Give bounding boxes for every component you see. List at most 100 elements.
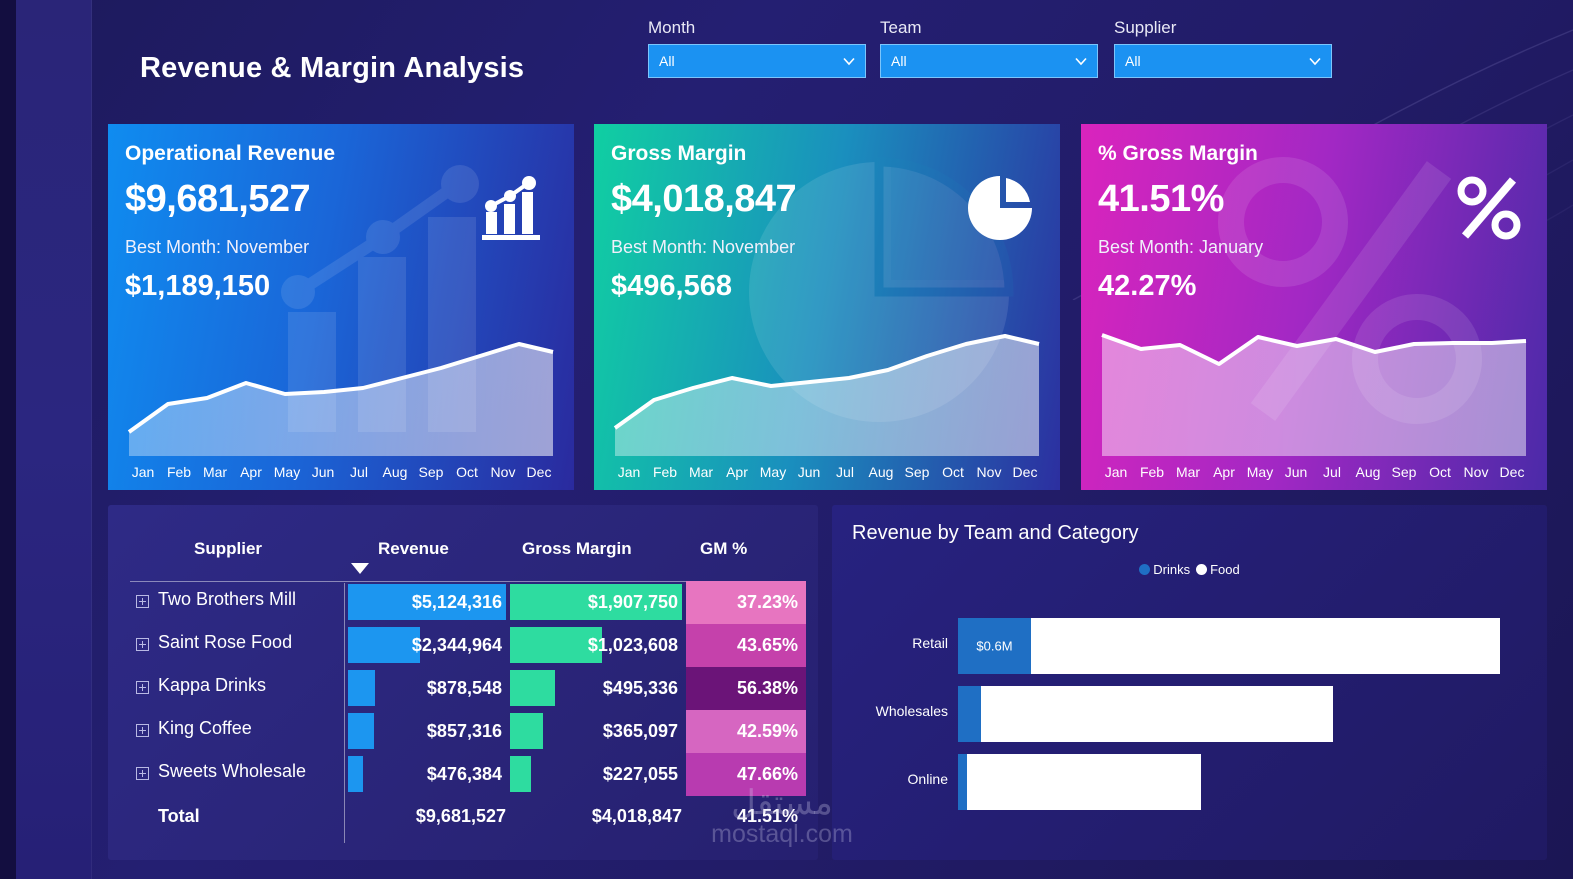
dashboard-root: $ $ Revenue & Margin Analysis Month All: [0, 0, 1573, 879]
sidebar-accent-strip: [0, 0, 16, 879]
cell-gm-percent-value: 43.65%: [736, 635, 798, 655]
revenue-data-bar: [348, 713, 374, 749]
cell-revenue-value: $5,124,316: [411, 592, 502, 612]
month-label: Jun: [1284, 464, 1308, 480]
table-header-row: Supplier Revenue Gross Margin GM %: [122, 519, 806, 581]
chart-plot-area: Retail $0.6M Wholesales Online: [852, 610, 1527, 840]
bar-group-retail[interactable]: Retail $0.6M: [852, 618, 1527, 674]
month-label: Aug: [868, 464, 894, 480]
filter-team: Team All: [880, 18, 1098, 78]
bar-group-online[interactable]: Online: [852, 754, 1527, 810]
month-label: Nov: [976, 464, 1002, 480]
sparkline-month-axis: Jan Feb Mar Apr May Jun Jul Aug Sep Oct …: [611, 460, 1043, 484]
kpi-card-gross-margin[interactable]: Gross Margin $4,018,847 Best Month: Nove…: [594, 124, 1060, 490]
sort-descending-icon[interactable]: [351, 563, 369, 574]
month-label: Oct: [1429, 464, 1451, 480]
month-label: Jan: [617, 464, 641, 480]
filter-supplier-value: All: [1125, 53, 1141, 69]
bar-segment-drinks[interactable]: [958, 754, 967, 810]
filter-team-dropdown[interactable]: All: [880, 44, 1098, 78]
table-row[interactable]: Sweets Wholesale $476,384 $227,055 47.66…: [122, 753, 806, 796]
cell-revenue: $2,344,964: [348, 627, 506, 663]
cell-revenue: $878,548: [348, 670, 506, 706]
column-header-revenue[interactable]: Revenue: [378, 539, 449, 559]
supplier-matrix-panel: Supplier Revenue Gross Margin GM % Two B…: [108, 505, 818, 860]
sparkline-month-axis: Jan Feb Mar Apr May Jun Jul Aug Sep Oct …: [1098, 460, 1530, 484]
month-label: May: [759, 464, 787, 480]
month-label: Nov: [490, 464, 516, 480]
expand-icon[interactable]: [136, 724, 149, 737]
table-row[interactable]: Kappa Drinks $878,548 $495,336 56.38%: [122, 667, 806, 710]
month-label: Dec: [1012, 464, 1038, 480]
bar-segment-drinks[interactable]: $0.6M: [958, 618, 1031, 674]
table-row[interactable]: Saint Rose Food $2,344,964 $1,023,608 43…: [122, 624, 806, 667]
filter-month-dropdown[interactable]: All: [648, 44, 866, 78]
legend-swatch-drinks: [1139, 564, 1151, 575]
bar-segment-drinks[interactable]: [958, 686, 981, 742]
cell-gross-margin-value: $227,055: [602, 764, 678, 784]
month-label: Jul: [350, 464, 368, 480]
column-header-supplier[interactable]: Supplier: [194, 539, 262, 559]
supplier-table: Supplier Revenue Gross Margin GM % Two B…: [122, 519, 806, 843]
table-row[interactable]: King Coffee $857,316 $365,097 42.59%: [122, 710, 806, 753]
pie-chart-icon: [968, 176, 1032, 240]
month-label: Aug: [1355, 464, 1381, 480]
bar-segment-food[interactable]: [967, 754, 1201, 810]
sparkline-month-axis: Jan Feb Mar Apr May Jun Jul Aug Sep Oct …: [125, 460, 557, 484]
kpi-title: % Gross Margin: [1098, 142, 1258, 165]
month-label: Nov: [1463, 464, 1489, 480]
cell-supplier: Two Brothers Mill: [158, 589, 297, 609]
cell-revenue: $857,316: [348, 713, 506, 749]
bar-group-wholesales[interactable]: Wholesales: [852, 686, 1527, 742]
chevron-down-icon: [1309, 57, 1321, 66]
kpi-value: $4,018,847: [611, 178, 797, 220]
expand-icon[interactable]: [136, 681, 149, 694]
legend-item-drinks[interactable]: Drinks: [1139, 562, 1190, 577]
expand-icon[interactable]: [136, 638, 149, 651]
month-label: Jun: [311, 464, 335, 480]
bar-segment-food[interactable]: [1031, 618, 1500, 674]
cell-gross-margin: $227,055: [510, 756, 682, 792]
cell-gross-margin-value: $495,336: [602, 678, 678, 698]
month-label: Oct: [942, 464, 964, 480]
bar-segment-food[interactable]: [981, 686, 1333, 742]
month-label: Jan: [131, 464, 155, 480]
cell-gm-percent-value: 42.59%: [736, 721, 798, 741]
filter-month-label: Month: [648, 18, 696, 37]
page-title: Revenue & Margin Analysis: [140, 52, 525, 84]
kpi-card-operational-revenue[interactable]: Operational Revenue $9,681,527 Best Mont…: [108, 124, 574, 490]
month-label: May: [1246, 464, 1274, 480]
kpi-card-pct-gross-margin[interactable]: % Gross Margin 41.51% Best Month: Januar…: [1081, 124, 1547, 490]
cell-revenue-value: $878,548: [426, 678, 502, 698]
month-label: May: [273, 464, 301, 480]
cell-gm-percent: 37.23%: [686, 581, 806, 624]
stacked-bar: $0.6M: [958, 618, 1500, 674]
cell-gm-percent: 43.65%: [686, 624, 806, 667]
cell-revenue-value: $476,384: [426, 764, 502, 784]
month-label: Aug: [382, 464, 408, 480]
table-row[interactable]: Two Brothers Mill $5,124,316 $1,907,750 …: [122, 581, 806, 624]
kpi-title: Gross Margin: [611, 142, 747, 165]
month-label: Sep: [418, 464, 444, 480]
cell-gross-margin: $1,907,750: [510, 584, 682, 620]
filter-month-value: All: [659, 53, 675, 69]
chart-legend: Drinks Food: [832, 562, 1547, 577]
cell-supplier: Sweets Wholesale: [158, 761, 307, 781]
month-label: Jan: [1104, 464, 1128, 480]
filter-supplier-label: Supplier: [1114, 18, 1177, 37]
legend-item-food[interactable]: Food: [1196, 562, 1240, 577]
cell-gross-margin-value: $1,907,750: [587, 592, 678, 612]
cell-revenue-value: $2,344,964: [411, 635, 502, 655]
revenue-data-bar: [348, 627, 420, 663]
kpi-best-month-label: Best Month: November: [611, 237, 796, 257]
category-label-retail: Retail: [912, 635, 948, 651]
month-label: Sep: [1391, 464, 1417, 480]
month-label: Apr: [240, 464, 262, 480]
filter-team-label: Team: [880, 18, 922, 37]
filter-supplier-dropdown[interactable]: All: [1114, 44, 1332, 78]
revenue-data-bar: [348, 756, 363, 792]
expand-icon[interactable]: [136, 595, 149, 608]
column-header-gross-margin[interactable]: Gross Margin: [522, 539, 632, 559]
expand-icon[interactable]: [136, 767, 149, 780]
column-header-gm-percent[interactable]: GM %: [700, 539, 747, 559]
